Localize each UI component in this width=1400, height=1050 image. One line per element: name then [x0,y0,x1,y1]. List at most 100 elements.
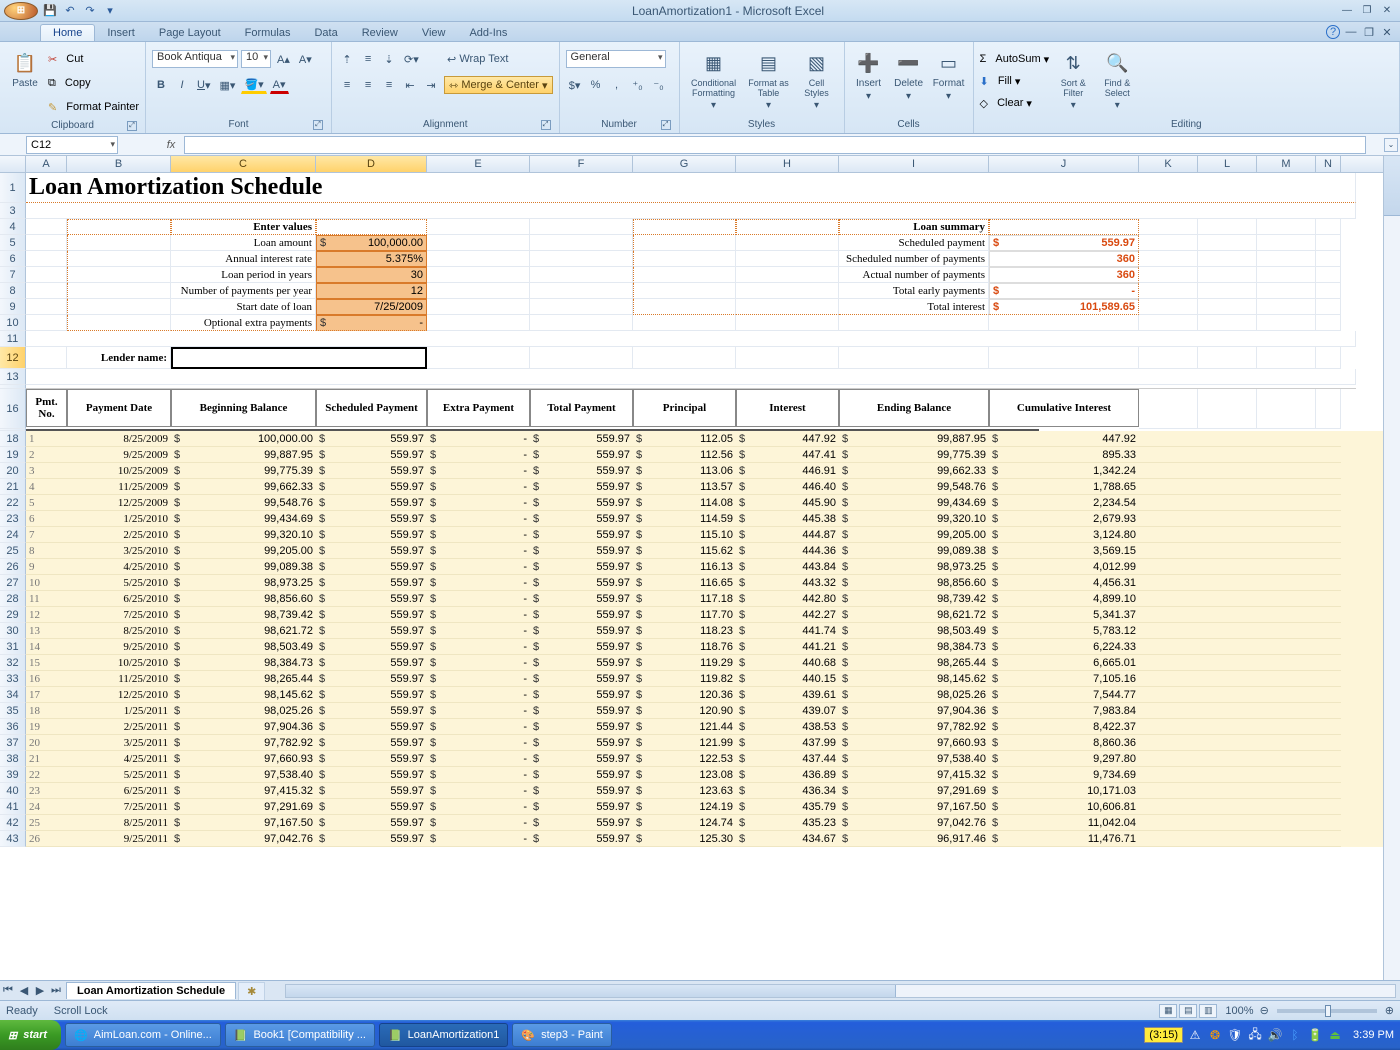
row-hdr-6[interactable]: 6 [0,251,26,267]
pmt-date[interactable]: 4/25/2010 [67,559,171,575]
principal[interactable]: $123.63 [633,783,736,799]
end-bal[interactable]: $97,782.92 [839,719,989,735]
interest[interactable]: $442.27 [736,607,839,623]
cell[interactable] [427,315,530,331]
tab-formulas[interactable]: Formulas [233,25,303,41]
delete-cell-button[interactable]: ➖Delete▾ [891,46,927,102]
pmt-no[interactable]: 18 [26,703,67,719]
beg-bal[interactable]: $98,739.42 [171,607,316,623]
pmt-date[interactable]: 3/25/2010 [67,543,171,559]
row-hdr-7[interactable]: 7 [0,267,26,283]
beg-bal[interactable]: $98,265.44 [171,671,316,687]
row-hdr-41[interactable]: 41 [0,799,26,815]
end-bal[interactable]: $99,775.39 [839,447,989,463]
extra-pmt[interactable]: $- [427,671,530,687]
align-bottom-icon[interactable]: ⇣ [380,50,398,68]
extra-pmt[interactable]: $- [427,559,530,575]
total-pmt[interactable]: $559.97 [530,799,633,815]
sched-pmt[interactable]: $559.97 [316,447,427,463]
cum-int[interactable]: $8,860.36 [989,735,1139,751]
cell[interactable] [1198,687,1257,703]
view-layout-icon[interactable]: ▤ [1179,1004,1197,1018]
input-value[interactable]: $- [316,315,427,331]
principal[interactable]: $122.53 [633,751,736,767]
cell[interactable] [736,347,839,369]
grid-body[interactable]: 1Loan Amortization Schedule34 Enter valu… [0,173,1400,847]
col-K[interactable]: K [1139,156,1198,172]
row-hdr-34[interactable]: 34 [0,687,26,703]
beg-bal[interactable]: $99,548.76 [171,495,316,511]
total-pmt[interactable]: $559.97 [530,559,633,575]
interest[interactable]: $445.90 [736,495,839,511]
total-pmt[interactable]: $559.97 [530,671,633,687]
cell[interactable] [1198,495,1257,511]
beg-bal[interactable]: $97,904.36 [171,719,316,735]
minimize-button[interactable]: — [1338,4,1356,18]
horizontal-scrollbar[interactable] [285,984,1396,998]
cell[interactable] [67,251,171,267]
sched-pmt[interactable]: $559.97 [316,799,427,815]
extra-pmt[interactable]: $- [427,495,530,511]
cell[interactable] [427,267,530,283]
cell[interactable] [736,283,839,299]
pmt-date[interactable]: 10/25/2009 [67,463,171,479]
sched-pmt[interactable]: $559.97 [316,735,427,751]
cell[interactable] [1257,607,1316,623]
row-hdr-36[interactable]: 36 [0,719,26,735]
cell[interactable] [1316,543,1341,559]
autosum-button[interactable]: AutoSum [995,53,1040,65]
tray-alert-icon[interactable]: ⚠ [1187,1027,1203,1043]
pmt-date[interactable]: 6/25/2010 [67,591,171,607]
row-hdr-8[interactable]: 8 [0,283,26,299]
cum-int[interactable]: $7,105.16 [989,671,1139,687]
cell[interactable] [1257,559,1316,575]
cell[interactable] [1316,767,1341,783]
zoom-slider[interactable] [1277,1009,1377,1013]
cell[interactable] [1257,479,1316,495]
principal[interactable]: $121.99 [633,735,736,751]
formula-input[interactable] [184,136,1366,154]
end-bal[interactable]: $98,856.60 [839,575,989,591]
cell[interactable] [1198,219,1257,235]
taskbar-item-aimloan[interactable]: 🌐AimLoan.com - Online... [65,1023,221,1047]
principal[interactable]: $114.59 [633,511,736,527]
cum-int[interactable]: $9,734.69 [989,767,1139,783]
row-hdr-18[interactable]: 18 [0,431,26,447]
cell[interactable] [1198,479,1257,495]
align-middle-icon[interactable]: ≡ [359,50,377,68]
pmt-date[interactable]: 1/25/2010 [67,511,171,527]
format-cell-button[interactable]: ▭Format▾ [931,46,967,102]
cell[interactable] [1257,511,1316,527]
total-pmt[interactable]: $559.97 [530,623,633,639]
cell[interactable] [1316,655,1341,671]
lender-name-input[interactable] [171,347,427,369]
principal[interactable]: $112.56 [633,447,736,463]
pmt-date[interactable]: 8/25/2011 [67,815,171,831]
interest[interactable]: $446.91 [736,463,839,479]
cell-styles-button[interactable]: ▧Cell Styles▾ [796,46,838,111]
pmt-no[interactable]: 23 [26,783,67,799]
principal[interactable]: $116.13 [633,559,736,575]
interest[interactable]: $443.84 [736,559,839,575]
end-bal[interactable]: $99,089.38 [839,543,989,559]
sched-pmt[interactable]: $559.97 [316,463,427,479]
cell[interactable] [1139,267,1198,283]
cell[interactable] [1257,347,1316,369]
total-pmt[interactable]: $559.97 [530,479,633,495]
cell[interactable] [427,235,530,251]
total-pmt[interactable]: $559.97 [530,463,633,479]
cum-int[interactable]: $2,234.54 [989,495,1139,511]
cell[interactable] [1139,447,1198,463]
grow-font-icon[interactable]: A▴ [274,50,293,68]
beg-bal[interactable]: $99,205.00 [171,543,316,559]
cell[interactable] [1139,389,1198,429]
pmt-no[interactable]: 19 [26,719,67,735]
row-hdr-43[interactable]: 43 [0,831,26,847]
sched-pmt[interactable]: $559.97 [316,751,427,767]
interest[interactable]: $447.92 [736,431,839,447]
cell[interactable] [736,235,839,251]
taskbar-item-loanamort[interactable]: 📗LoanAmortization1 [379,1023,508,1047]
principal[interactable]: $124.74 [633,815,736,831]
col-A[interactable]: A [26,156,67,172]
pmt-no[interactable]: 24 [26,799,67,815]
